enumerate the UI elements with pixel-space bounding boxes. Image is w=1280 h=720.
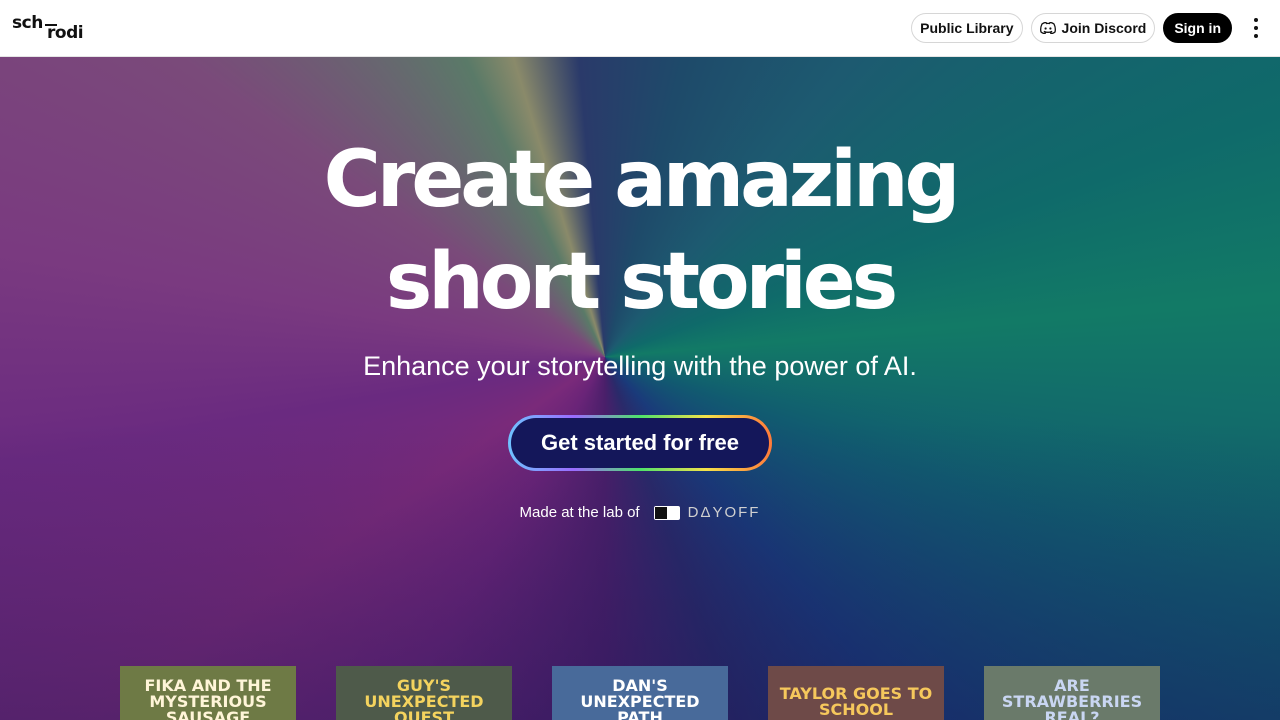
logo-mark [45, 24, 57, 26]
dayoff-logo-link[interactable]: DΔYOFF [653, 504, 761, 521]
headline-line-1: Create amazing [323, 135, 961, 225]
hero-headline: Create amazing short stories [0, 129, 1280, 333]
made-by-credit: Made at the lab of DΔYOFF [0, 504, 1280, 521]
story-cards: FIKA AND THE MYSTERIOUS SAUSAGE GUY'S UN… [120, 666, 1160, 720]
story-card-title: FIKA AND THE MYSTERIOUS SAUSAGE [144, 676, 272, 720]
story-card-guy[interactable]: GUY'S UNEXPECTED QUEST [336, 666, 512, 720]
hero-section: Create amazing short stories Enhance you… [0, 57, 1280, 720]
story-card-title: GUY'S UNEXPECTED QUEST [364, 676, 484, 720]
schrodi-logo[interactable]: sch rodi [12, 10, 84, 46]
story-card-taylor[interactable]: TAYLOR GOES TO SCHOOL [768, 666, 944, 720]
sign-in-label: Sign in [1174, 20, 1221, 36]
public-library-label: Public Library [920, 20, 1014, 36]
logo-line-2: rodi [47, 22, 84, 43]
story-card-title: ARE STRAWBERRIES REAL? [1001, 676, 1143, 720]
dayoff-brand: DΔYOFF [687, 504, 761, 521]
story-card-dan[interactable]: DAN'S UNEXPECTED PATH [552, 666, 728, 720]
story-card-title: TAYLOR GOES TO SCHOOL [779, 684, 933, 719]
story-card-title: DAN'S UNEXPECTED PATH [580, 676, 700, 720]
story-card-strawberries[interactable]: ARE STRAWBERRIES REAL? [984, 666, 1160, 720]
join-discord-button[interactable]: Join Discord [1030, 13, 1156, 43]
public-library-button[interactable]: Public Library [911, 13, 1023, 43]
more-menu-icon[interactable] [1244, 13, 1268, 43]
story-card-fika[interactable]: FIKA AND THE MYSTERIOUS SAUSAGE [120, 666, 296, 720]
top-header: sch rodi Public Library Join Discord Sig… [0, 0, 1280, 57]
headline-line-2: short stories [385, 237, 898, 327]
get-started-label: Get started for free [511, 418, 769, 468]
toggle-icon [653, 505, 680, 520]
header-nav: Public Library Join Discord Sign in [911, 13, 1268, 43]
made-by-text: Made at the lab of [519, 504, 640, 521]
join-discord-label: Join Discord [1061, 20, 1147, 36]
get-started-button[interactable]: Get started for free [508, 415, 772, 471]
discord-icon [1039, 22, 1056, 34]
sign-in-button[interactable]: Sign in [1163, 13, 1232, 43]
hero-subhead: Enhance your storytelling with the power… [363, 351, 917, 381]
